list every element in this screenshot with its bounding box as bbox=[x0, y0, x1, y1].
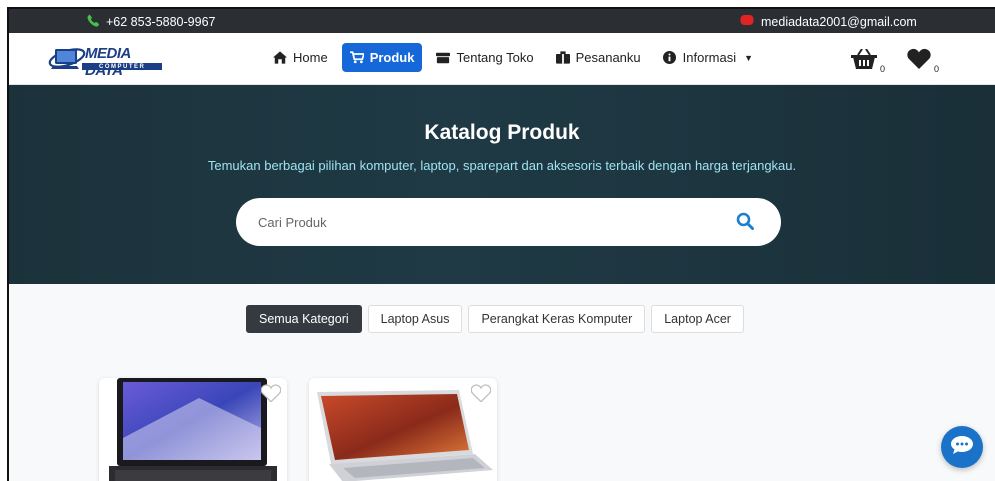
page-title: Katalog Produk bbox=[424, 121, 580, 144]
orders-icon bbox=[555, 51, 570, 65]
search-bar bbox=[236, 198, 781, 246]
basket-count: 0 bbox=[880, 64, 886, 74]
chat-button[interactable] bbox=[941, 426, 983, 468]
phone-icon bbox=[87, 14, 100, 30]
nav-label-produk: Produk bbox=[369, 50, 415, 65]
category-laptop-asus[interactable]: Laptop Asus bbox=[367, 305, 463, 333]
nav-item-tentang-toko[interactable]: Tentang Toko bbox=[428, 43, 541, 72]
product-image bbox=[317, 390, 493, 481]
nav-label-tentang-toko: Tentang Toko bbox=[456, 50, 534, 65]
wishlist-count: 0 bbox=[934, 64, 940, 74]
product-card[interactable] bbox=[309, 378, 497, 481]
wishlist-heart-icon[interactable] bbox=[260, 384, 282, 404]
basket-button[interactable]: 0 bbox=[851, 48, 886, 74]
nav-menu: Home Produk Tentang Toko Pesananku Infor… bbox=[265, 43, 761, 72]
basket-icon bbox=[851, 48, 877, 74]
info-icon bbox=[663, 51, 677, 65]
heart-icon bbox=[907, 48, 931, 74]
home-icon bbox=[273, 51, 287, 65]
hero-banner: Katalog Produk Temukan berbagai pilihan … bbox=[9, 85, 995, 284]
chevron-down-icon: ▼ bbox=[744, 52, 754, 63]
product-card[interactable] bbox=[99, 378, 287, 481]
main-navbar: MEDIA DATA COMPUTER Home Produk Tentang … bbox=[9, 33, 995, 85]
phone-number: +62 853-5880-9967 bbox=[106, 15, 216, 29]
nav-label-home: Home bbox=[293, 50, 328, 65]
category-filter: Semua Kategori Laptop Asus Perangkat Ker… bbox=[246, 305, 744, 333]
email-address: mediadata2001@gmail.com bbox=[761, 14, 917, 29]
brand-logo[interactable]: MEDIA DATA COMPUTER bbox=[47, 43, 167, 79]
nav-item-pesananku[interactable]: Pesananku bbox=[548, 43, 649, 72]
logo-title: MEDIA DATA bbox=[85, 45, 131, 79]
email-contact[interactable]: mediadata2001@gmail.com bbox=[740, 14, 917, 29]
mail-icon bbox=[740, 14, 754, 29]
nav-label-pesananku: Pesananku bbox=[575, 50, 641, 65]
phone-contact[interactable]: +62 853-5880-9967 bbox=[87, 14, 215, 30]
store-icon bbox=[436, 51, 451, 65]
category-semua-kategori[interactable]: Semua Kategori bbox=[246, 305, 362, 333]
page-subtitle: Temukan berbagai pilihan komputer, lapto… bbox=[207, 158, 797, 173]
logo-subtitle: COMPUTER bbox=[99, 64, 146, 70]
search-icon[interactable] bbox=[736, 212, 754, 230]
category-perangkat-keras-komputer[interactable]: Perangkat Keras Komputer bbox=[468, 305, 646, 333]
chat-icon bbox=[951, 435, 973, 459]
browser-viewport: +62 853-5880-9967 mediadata2001@gmail.co… bbox=[7, 7, 995, 481]
nav-item-informasi[interactable]: Informasi ▼ bbox=[655, 43, 761, 72]
top-contact-bar: +62 853-5880-9967 mediadata2001@gmail.co… bbox=[9, 9, 995, 33]
wishlist-button[interactable]: 0 bbox=[907, 48, 939, 74]
nav-action-icons: 0 0 bbox=[851, 48, 939, 74]
nav-item-produk[interactable]: Produk bbox=[341, 43, 423, 72]
nav-item-home[interactable]: Home bbox=[265, 43, 336, 72]
wishlist-heart-icon[interactable] bbox=[470, 384, 492, 404]
category-laptop-acer[interactable]: Laptop Acer bbox=[651, 305, 744, 333]
cart-icon bbox=[349, 51, 364, 65]
product-image bbox=[109, 378, 277, 481]
nav-label-informasi: Informasi bbox=[682, 50, 737, 65]
search-input[interactable] bbox=[258, 212, 708, 232]
